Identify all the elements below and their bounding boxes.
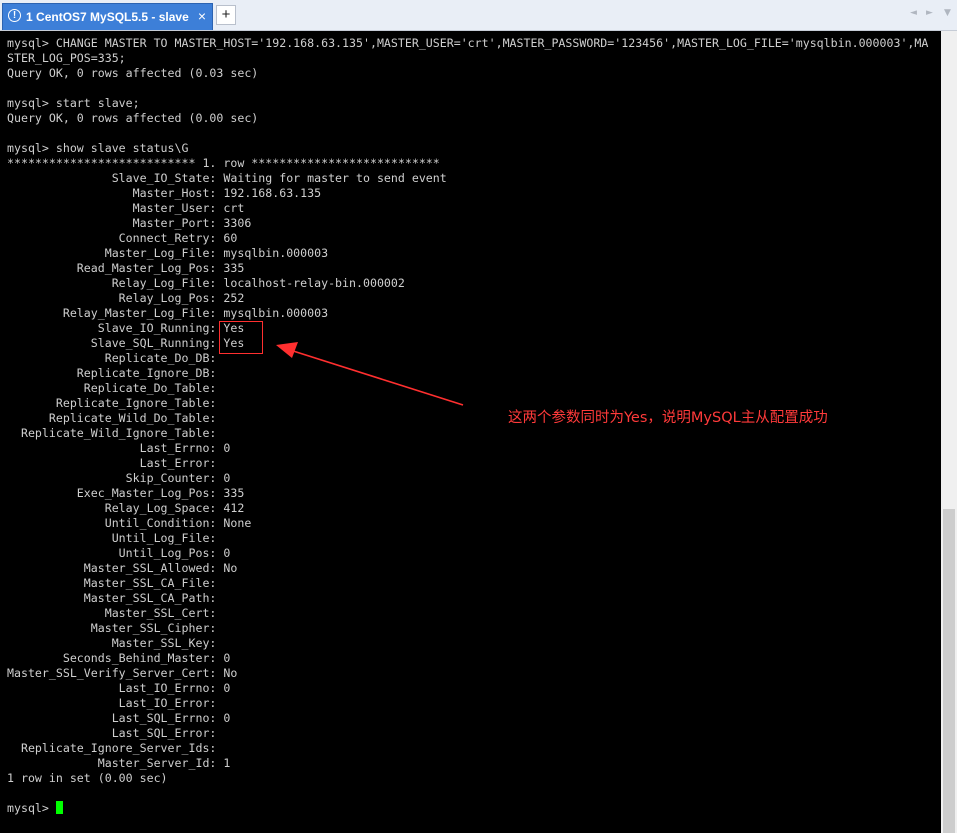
- annotation-text: 这两个参数同时为Yes，说明MySQL主从配置成功: [508, 410, 828, 426]
- arrow-head: [276, 342, 298, 358]
- arrow-line: [289, 349, 464, 406]
